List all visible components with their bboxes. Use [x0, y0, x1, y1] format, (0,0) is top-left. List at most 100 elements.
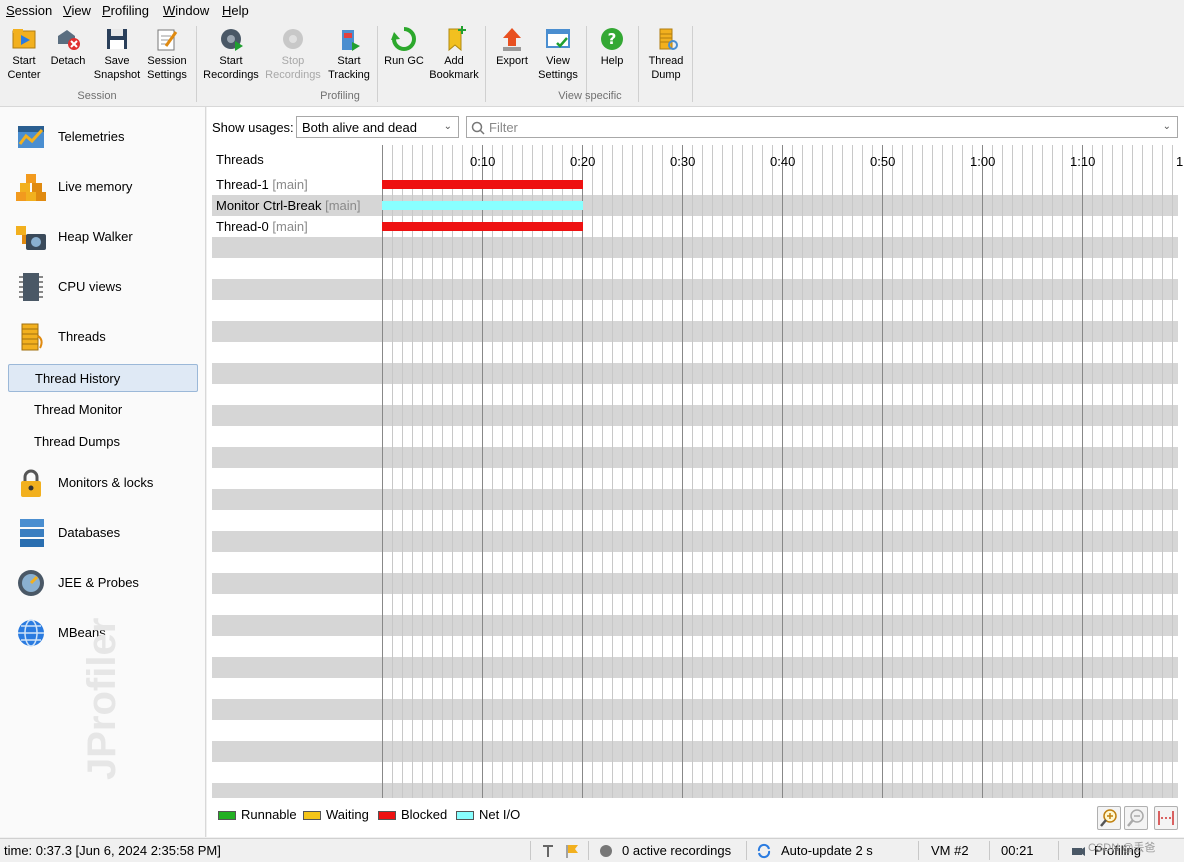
- thread-name[interactable]: Thread-1 [main]: [216, 177, 308, 192]
- zoom-in-button[interactable]: [1097, 806, 1121, 830]
- status-separator: [746, 841, 747, 860]
- help-button[interactable]: ? Help: [592, 24, 632, 88]
- time-gridline: [652, 145, 653, 798]
- databases-icon: [16, 518, 46, 548]
- session-settings-button[interactable]: Session Settings: [144, 24, 190, 88]
- save-snapshot-button[interactable]: Save Snapshot: [92, 24, 142, 88]
- start-tracking-button[interactable]: Start Tracking: [326, 24, 372, 88]
- stop-recordings-icon: [280, 26, 306, 52]
- legend-swatch: [303, 811, 321, 821]
- sidebar-item-thread-dumps[interactable]: Thread Dumps: [8, 428, 196, 454]
- thread-label: Thread-0: [216, 219, 273, 234]
- thread-group-label: [main]: [272, 219, 308, 234]
- active-recordings-status: 0 active recordings: [622, 843, 732, 858]
- time-gridline: [972, 145, 973, 798]
- show-usages-select[interactable]: Both alive and dead ⌄: [296, 116, 459, 138]
- legend-net-io: Net I/O: [456, 807, 520, 822]
- time-gridline: [432, 145, 433, 798]
- thread-label: Monitor Ctrl-Break: [216, 198, 326, 213]
- start-recordings-button[interactable]: Start Recordings: [202, 24, 260, 88]
- time-gridline: [722, 145, 723, 798]
- time-tick-label: 1:: [1176, 154, 1184, 169]
- time-gridline: [952, 145, 953, 798]
- auto-update-icon[interactable]: [756, 843, 772, 859]
- start-center-button[interactable]: Start Center: [4, 24, 44, 88]
- recycle-icon: [391, 26, 417, 52]
- sidebar-item-heap-walker[interactable]: Heap Walker: [0, 217, 205, 257]
- menu-session[interactable]: Session: [6, 3, 52, 18]
- legend: Runnable Waiting Blocked Net I/O: [212, 800, 1178, 830]
- live-memory-icon: [16, 172, 46, 202]
- sidebar-item-monitors-locks[interactable]: Monitors & locks: [0, 463, 205, 503]
- view-settings-button[interactable]: View Settings: [534, 24, 582, 88]
- sidebar-item-thread-history[interactable]: Thread History: [8, 364, 198, 392]
- thread-dump-button[interactable]: Thread Dump: [644, 24, 688, 88]
- time-gridline: [412, 145, 413, 798]
- pin-icon[interactable]: [540, 843, 556, 859]
- menu-help[interactable]: Help: [222, 3, 249, 18]
- add-bookmark-button[interactable]: Add Bookmark: [428, 24, 480, 88]
- time-tick-label: 1:00: [970, 154, 996, 169]
- fit-width-button[interactable]: [1154, 806, 1178, 830]
- time-gridline: [702, 145, 703, 798]
- vm-status: VM #2: [931, 843, 969, 858]
- status-separator: [918, 841, 919, 860]
- time-gridline: [1152, 145, 1153, 798]
- sidebar-item-jee-probes[interactable]: JEE & Probes: [0, 563, 205, 603]
- time-gridline: [982, 145, 983, 798]
- menu-view[interactable]: View: [63, 3, 91, 18]
- thread-name[interactable]: Thread-0 [main]: [216, 219, 308, 234]
- time-gridline: [742, 145, 743, 798]
- auto-update-status[interactable]: Auto-update 2 s: [781, 843, 873, 858]
- legend-swatch: [456, 811, 474, 821]
- time-gridline: [1072, 145, 1073, 798]
- time-gridline: [672, 145, 673, 798]
- menu-window[interactable]: Window: [163, 3, 209, 18]
- sidebar-item-live-memory[interactable]: Live memory: [0, 167, 205, 207]
- filter-input[interactable]: Filter ⌄: [466, 116, 1178, 138]
- sidebar-item-threads[interactable]: Threads: [0, 317, 205, 357]
- time-gridline: [642, 145, 643, 798]
- time-gridline: [1142, 145, 1143, 798]
- status-separator: [1058, 841, 1059, 860]
- search-icon: [471, 121, 485, 135]
- thread-state-bar[interactable]: [382, 201, 583, 210]
- time-gridline: [1082, 145, 1083, 798]
- stop-recordings-button[interactable]: Stop Recordings: [262, 24, 324, 88]
- time-gridline: [632, 145, 633, 798]
- chevron-down-icon: ⌄: [443, 121, 452, 132]
- sidebar-item-telemetries[interactable]: Telemetries: [0, 117, 205, 157]
- chevron-down-icon[interactable]: ⌄: [1163, 121, 1171, 132]
- sidebar-item-cpu-views[interactable]: CPU views: [0, 267, 205, 307]
- time-tick-label: 0:30: [670, 154, 696, 169]
- time-gridline: [892, 145, 893, 798]
- thread-state-bar[interactable]: [382, 180, 583, 189]
- elapsed-time: 00:21: [1001, 843, 1034, 858]
- thread-state-bar[interactable]: [382, 222, 583, 231]
- zoom-out-button[interactable]: [1124, 806, 1148, 830]
- legend-runnable: Runnable: [218, 807, 297, 822]
- time-gridline: [862, 145, 863, 798]
- time-gridline: [902, 145, 903, 798]
- telemetries-icon: [16, 122, 46, 152]
- time-gridline: [692, 145, 693, 798]
- time-tick-label: 0:10: [470, 154, 496, 169]
- sidebar-item-thread-monitor[interactable]: Thread Monitor: [8, 396, 196, 422]
- time-gridline: [772, 145, 773, 798]
- run-gc-button[interactable]: Run GC: [382, 24, 426, 88]
- time-gridline: [942, 145, 943, 798]
- time-gridline: [532, 145, 533, 798]
- time-gridline: [922, 145, 923, 798]
- time-gridline: [382, 145, 383, 798]
- sidebar-item-databases[interactable]: Databases: [0, 513, 205, 553]
- toolbar-separator: [196, 26, 197, 102]
- detach-button[interactable]: Detach: [48, 24, 88, 88]
- time-tick-label: 0:40: [770, 154, 796, 169]
- flag-icon[interactable]: [564, 843, 580, 859]
- thread-name[interactable]: Monitor Ctrl-Break [main]: [216, 198, 360, 213]
- time-gridline: [402, 145, 403, 798]
- menu-profiling[interactable]: Profiling: [102, 3, 149, 18]
- time-gridline: [662, 145, 663, 798]
- export-button[interactable]: Export: [492, 24, 532, 88]
- time-gridline: [512, 145, 513, 798]
